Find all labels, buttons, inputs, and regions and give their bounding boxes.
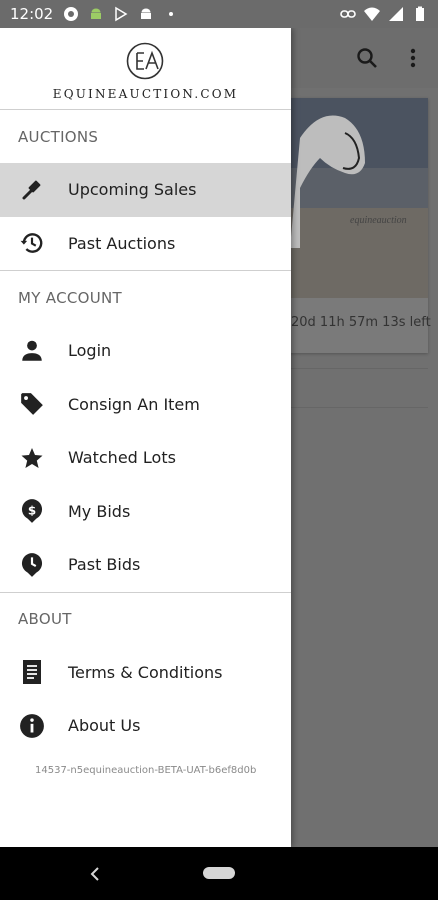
menu-label: Terms & Conditions (68, 662, 223, 682)
menu-label: Past Auctions (68, 233, 176, 253)
section-title-about: ABOUT (18, 610, 72, 628)
card-image-watermark: equineauction (350, 215, 407, 226)
status-icons-left (63, 6, 179, 22)
home-pill-icon[interactable] (203, 867, 235, 879)
menu-label: About Us (68, 716, 141, 736)
menu-item-watched-lots[interactable]: Watched Lots (0, 431, 291, 485)
navigation-drawer: EQUINEAUCTION.COM AUCTIONS Upcoming Sale… (0, 28, 291, 847)
link-icon (340, 10, 356, 18)
battery-icon (416, 6, 424, 21)
equine-auction-logo (126, 42, 164, 80)
gavel-icon (18, 176, 46, 204)
person-icon (18, 337, 46, 365)
history-icon (18, 229, 46, 257)
info-icon (18, 712, 46, 740)
menu-label: Past Bids (68, 555, 141, 575)
menu-item-login[interactable]: Login (0, 324, 291, 378)
star-icon (18, 444, 46, 472)
drawer-header: EQUINEAUCTION.COM (0, 28, 291, 110)
menu-item-about-us[interactable]: About Us (0, 699, 291, 753)
section-title-auctions: AUCTIONS (18, 127, 99, 146)
menu-item-past-auctions[interactable]: Past Auctions (0, 217, 291, 271)
logo-text: EQUINEAUCTION.COM (52, 87, 239, 101)
menu-label: Watched Lots (68, 448, 176, 468)
android-icon (91, 8, 102, 19)
menu-item-consign-an-item[interactable]: Consign An Item (0, 378, 291, 432)
svg-text:$: $ (28, 504, 36, 518)
dot-icon (169, 12, 174, 16)
menu-item-past-bids[interactable]: Past Bids (0, 538, 291, 592)
menu-item-my-bids[interactable]: $ My Bids (0, 485, 291, 539)
status-bar: 12:02 (0, 0, 438, 28)
status-time: 12:02 (10, 5, 54, 23)
wifi-icon (364, 7, 380, 21)
menu-item-terms-and-conditions[interactable]: Terms & Conditions (0, 646, 291, 700)
more-vert-icon[interactable] (404, 46, 422, 70)
menu-label: Consign An Item (68, 394, 200, 414)
menu-label: Upcoming Sales (68, 180, 197, 200)
status-icons-right (340, 6, 428, 22)
play-store-icon (115, 6, 128, 22)
menu-label: My Bids (68, 501, 131, 521)
menu-label: Login (68, 341, 112, 361)
dollar-pin-icon: $ (18, 497, 46, 525)
search-icon[interactable] (355, 46, 379, 70)
back-icon[interactable] (87, 865, 103, 883)
menu-item-upcoming-sales[interactable]: Upcoming Sales (0, 163, 291, 217)
record-icon (64, 7, 79, 21)
signal-icon (389, 7, 403, 21)
card-time-left: 20d 11h 57m 13s left (291, 315, 431, 330)
clock-pin-icon (18, 551, 46, 579)
system-nav-bar (0, 847, 438, 900)
android-icon (141, 8, 152, 19)
build-version-text: 14537-n5equineauction-BETA-UAT-b6ef8d0b (35, 764, 257, 776)
document-icon (18, 658, 46, 686)
section-title-my-account: MY ACCOUNT (18, 288, 122, 307)
tag-icon (18, 390, 46, 418)
